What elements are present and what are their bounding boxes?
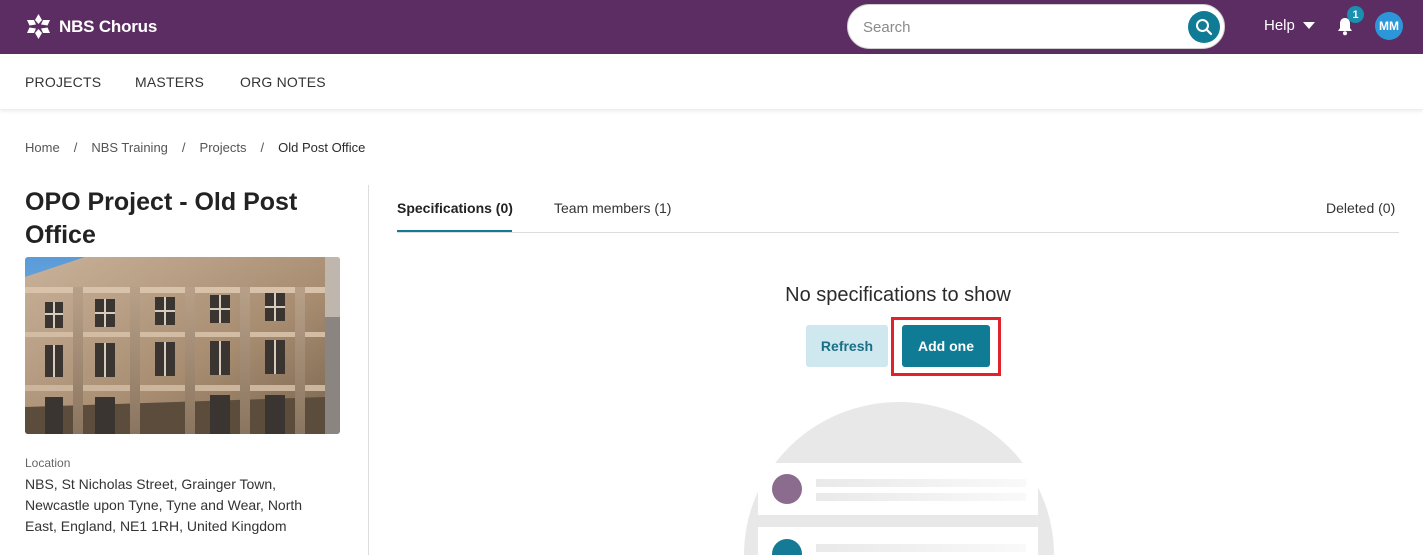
- building-photo: [25, 257, 340, 434]
- nav-item-projects[interactable]: PROJECTS: [25, 74, 101, 90]
- project-image: [25, 257, 340, 434]
- refresh-button[interactable]: Refresh: [806, 325, 888, 367]
- nav-item-org-notes[interactable]: ORG NOTES: [240, 74, 326, 90]
- app-logo[interactable]: NBS Chorus: [25, 13, 157, 40]
- search-box: [847, 4, 1225, 49]
- search-icon: [1196, 19, 1213, 36]
- breadcrumb-separator: /: [260, 140, 265, 155]
- tab-specifications[interactable]: Specifications (0): [397, 200, 513, 216]
- breadcrumb: Home / NBS Training / Projects / Old Pos…: [25, 140, 365, 155]
- main-nav: PROJECTS MASTERS ORG NOTES: [0, 54, 1423, 110]
- tab-deleted[interactable]: Deleted (0): [1326, 200, 1395, 216]
- nbs-logo-icon: [27, 14, 50, 39]
- notification-badge: 1: [1347, 6, 1364, 23]
- help-label: Help: [1264, 17, 1295, 34]
- top-bar: NBS Chorus Help 1 MM: [0, 0, 1423, 54]
- search-input[interactable]: [863, 15, 1183, 39]
- location-label: Location: [25, 456, 71, 470]
- breadcrumb-home[interactable]: Home: [25, 140, 60, 155]
- tab-team-members[interactable]: Team members (1): [554, 200, 671, 216]
- search-button[interactable]: [1188, 11, 1220, 43]
- panel-divider: [368, 185, 369, 555]
- breadcrumb-projects[interactable]: Projects: [200, 140, 247, 155]
- breadcrumb-separator: /: [181, 140, 186, 155]
- page-title: OPO Project - Old Post Office: [25, 188, 298, 249]
- avatar[interactable]: MM: [1375, 12, 1403, 40]
- help-menu[interactable]: Help: [1264, 17, 1315, 34]
- empty-state-title: No specifications to show: [785, 284, 1011, 306]
- add-one-button[interactable]: Add one: [902, 325, 990, 367]
- empty-state-illustration: [744, 402, 1054, 555]
- nav-item-masters[interactable]: MASTERS: [135, 74, 204, 90]
- breadcrumb-current: Old Post Office: [278, 140, 366, 155]
- breadcrumb-separator: /: [73, 140, 78, 155]
- app-name: NBS Chorus: [59, 16, 158, 36]
- chevron-down-icon: [1302, 22, 1315, 29]
- location-text: NBS, St Nicholas Street, Grainger Town, …: [25, 476, 303, 534]
- breadcrumb-nbs-training[interactable]: NBS Training: [91, 140, 168, 155]
- tabs-divider: [397, 232, 1399, 233]
